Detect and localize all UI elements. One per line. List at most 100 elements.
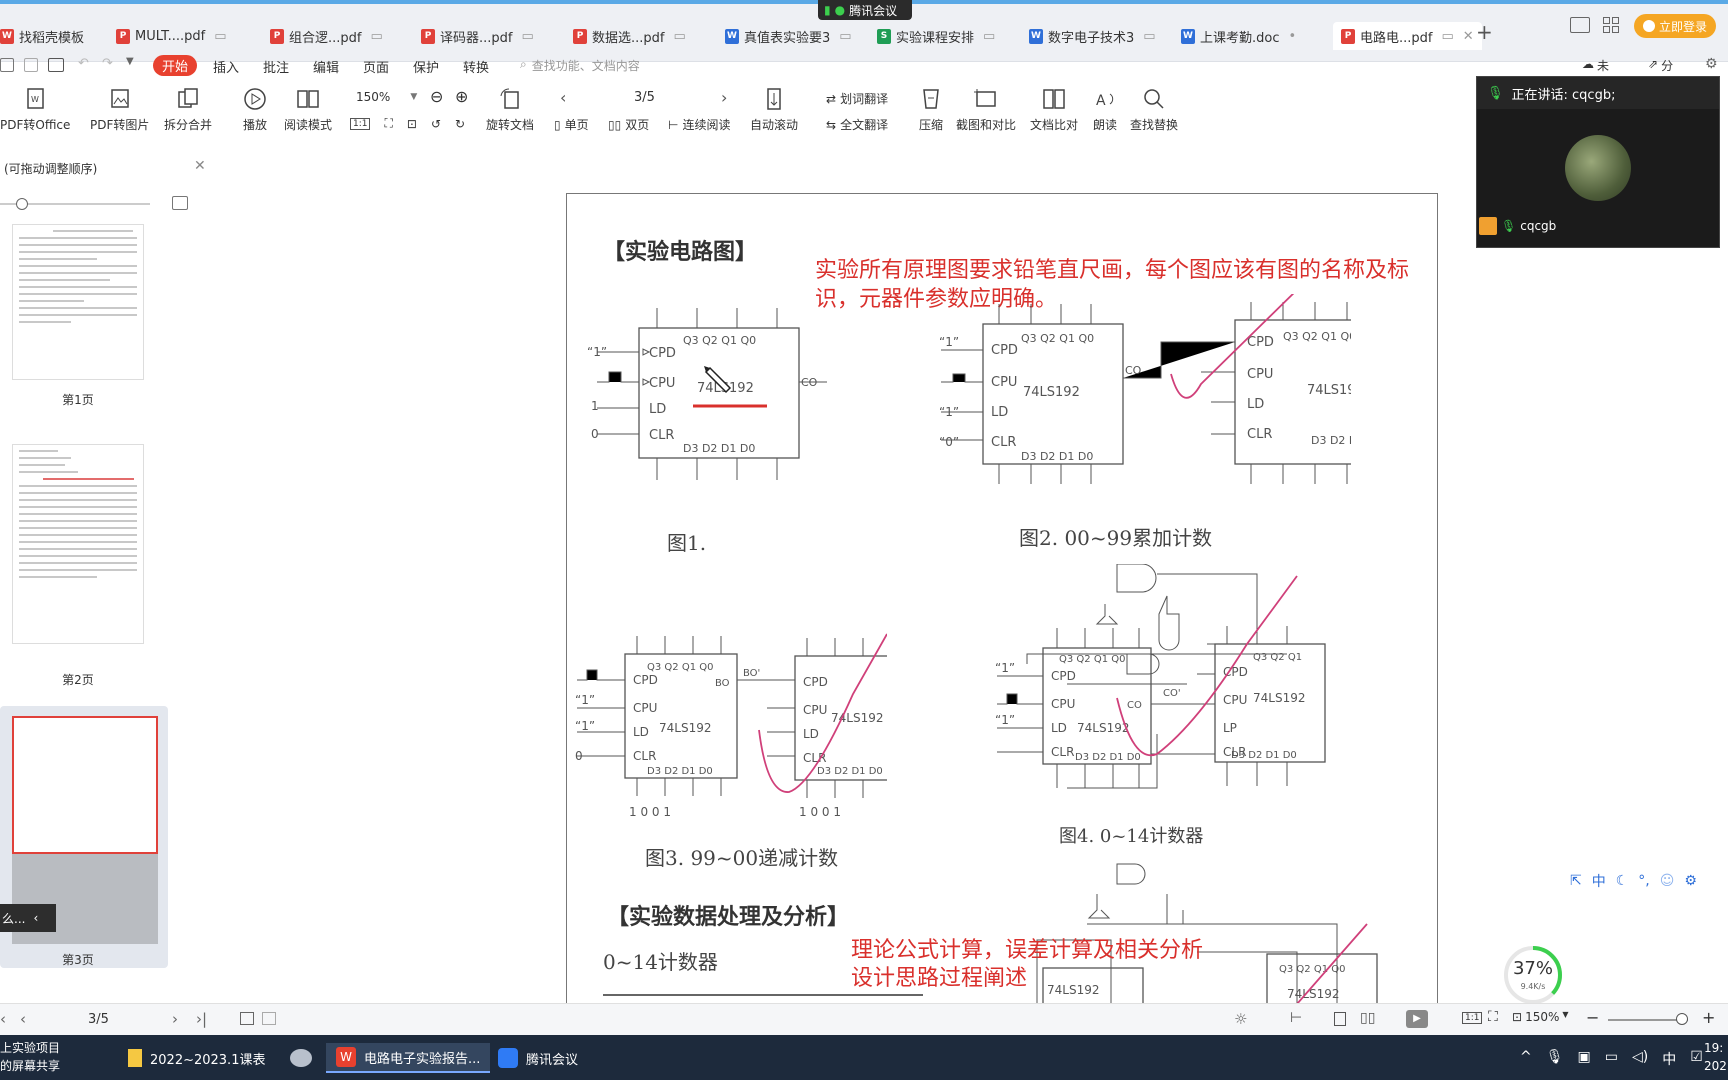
taskbar-folder[interactable]: 2022~2023.1课表 <box>118 1043 275 1073</box>
gear-icon[interactable]: ⚙ <box>1684 873 1697 889</box>
tab-truth-table-doc[interactable]: W 真值表实验要3 ▭ <box>725 22 852 50</box>
continuous-icon[interactable]: ⊢ <box>1290 1010 1302 1026</box>
login-button[interactable]: 立即登录 <box>1634 14 1716 38</box>
menu-annotate[interactable]: 批注 <box>263 57 289 76</box>
tab-decoder-pdf[interactable]: P 译码器...pdf ▭ <box>421 22 534 50</box>
enter-icon[interactable] <box>262 1012 276 1025</box>
menu-start[interactable]: 开始 <box>153 55 197 76</box>
menu-edit[interactable]: 编辑 <box>313 57 339 76</box>
tab-attendance-doc[interactable]: W 上课考勤.doc • <box>1181 22 1296 50</box>
zoom-in-icon[interactable]: + <box>1702 1008 1715 1027</box>
window-layout-icon[interactable] <box>1570 17 1590 33</box>
menu-insert[interactable]: 插入 <box>213 57 239 76</box>
screenshot-compare-button[interactable]: 截图和对比 <box>956 86 1016 133</box>
rotate-left-icon[interactable]: ↺ <box>431 117 441 131</box>
chevron-up-icon[interactable]: ^ <box>1520 1049 1532 1069</box>
ime-switch-icon[interactable]: ⇱ <box>1570 873 1582 889</box>
punctuation-icon[interactable]: °, <box>1638 873 1649 889</box>
sidebar-collapse-pill[interactable]: 么... ‹ <box>0 904 56 932</box>
play-button[interactable]: 播放 <box>242 86 268 133</box>
meeting-video-panel[interactable]: 🎙 正在讲话: cqcgb; 🎙 cqcgb <box>1476 76 1720 248</box>
prev-page-icon[interactable]: ‹ <box>20 1010 26 1028</box>
undo-icon[interactable]: ↶ <box>78 56 89 71</box>
apps-grid-icon[interactable] <box>1603 17 1619 33</box>
rotate-document-button[interactable]: 旋转文档 <box>486 86 534 133</box>
network-icon[interactable]: ▭ <box>1605 1049 1618 1069</box>
redo-icon[interactable]: ↷ <box>102 56 113 71</box>
menu-page[interactable]: 页面 <box>363 57 389 76</box>
tab-circuit-pdf-active[interactable]: P 电路电...pdf ▭ ✕ <box>1333 22 1482 50</box>
tray-app-icon[interactable]: ▣ <box>1578 1049 1591 1069</box>
screen-share-indicator[interactable]: 上实验项目 的屏幕共享 <box>0 1039 60 1075</box>
tab-template[interactable]: W 找稻壳模板 <box>0 22 84 50</box>
tab-schedule-xls[interactable]: S 实验课程安排 ▭ <box>877 22 995 50</box>
find-replace-button[interactable]: 查找替换 <box>1130 86 1178 133</box>
moon-icon[interactable]: ☾ <box>1616 873 1629 889</box>
double-page-icon[interactable]: ▯▯ <box>1360 1010 1375 1026</box>
reading-mode-button[interactable]: 阅读模式 <box>284 86 332 133</box>
word-translate-button[interactable]: ⇄ 划词翻译 <box>826 90 888 107</box>
first-page-icon[interactable]: ‹ <box>0 1010 6 1028</box>
exit-icon[interactable] <box>240 1012 254 1025</box>
menu-protect[interactable]: 保护 <box>413 57 439 76</box>
meeting-share-badge[interactable]: ▮ ● 腾讯会议 <box>818 0 912 20</box>
tab-logic-pdf[interactable]: P 组合逻...pdf ▭ <box>270 22 383 50</box>
read-aloud-button[interactable]: A 朗读 <box>1092 86 1118 133</box>
single-page-icon[interactable] <box>1334 1012 1346 1026</box>
folder-icon[interactable] <box>0 58 14 72</box>
rotate-right-icon[interactable]: ↻ <box>455 117 465 131</box>
taskbar-tencent-meeting[interactable]: 腾讯会议 <box>488 1043 588 1073</box>
split-merge-button[interactable]: 拆分合并 <box>164 86 212 133</box>
security-icon[interactable]: ☑ <box>1690 1049 1703 1069</box>
ime-language[interactable]: 中 <box>1592 871 1606 891</box>
settings-gear-icon[interactable]: ⚙ <box>1705 56 1718 72</box>
new-tab-plus-icon[interactable]: + <box>1476 20 1493 44</box>
slider-handle[interactable] <box>16 198 28 210</box>
doc-compare-button[interactable]: 文档比对 <box>1030 86 1078 133</box>
zoom-out-icon[interactable]: ⊖ <box>430 87 443 106</box>
prev-page-icon[interactable]: ‹ <box>560 88 566 107</box>
compress-button[interactable]: 压缩 <box>918 86 944 133</box>
zoom-slider-handle[interactable] <box>1676 1013 1688 1025</box>
menu-convert[interactable]: 转换 <box>463 57 489 76</box>
input-language[interactable]: 中 <box>1662 1049 1676 1069</box>
page-thumbnail-1[interactable] <box>12 224 144 380</box>
eye-protect-icon[interactable]: ☼ <box>1234 1010 1247 1028</box>
user-icon[interactable]: ☺ <box>1660 873 1675 889</box>
ime-toolbar[interactable]: ⇱ 中 ☾ °, ☺ ⚙ <box>1570 870 1720 892</box>
full-translate-button[interactable]: ⇆ 全文翻译 <box>826 116 888 133</box>
fit-page-icon[interactable]: ⛶ <box>1488 1009 1498 1025</box>
pdf-to-image-button[interactable]: PDF转图片 <box>90 86 149 133</box>
status-zoom-select[interactable]: ⊡ 150% ▼ <box>1512 1010 1569 1024</box>
fit-page-icon[interactable]: ⛶ <box>384 116 392 131</box>
fit-width-icon[interactable]: ⊡ <box>407 117 417 131</box>
double-page-button[interactable]: ▯▯ 双页 <box>608 116 649 133</box>
taskbar-pinned-app[interactable] <box>280 1043 322 1073</box>
pdf-to-office-button[interactable]: W PDF转Office <box>0 86 70 133</box>
next-page-icon[interactable]: › <box>172 1010 178 1028</box>
single-page-button[interactable]: ▯ 单页 <box>554 116 589 133</box>
taskbar-wps-report[interactable]: W 电路电子实验报告... <box>326 1043 491 1073</box>
close-icon[interactable]: ✕ <box>1463 29 1474 44</box>
actual-size-icon[interactable]: 1:1 <box>350 117 371 130</box>
next-page-icon[interactable]: › <box>721 88 727 107</box>
last-page-icon[interactable]: ›| <box>196 1010 207 1028</box>
chevron-down-icon[interactable]: ▼ <box>126 56 134 67</box>
play-icon[interactable]: ▶ <box>1406 1010 1428 1028</box>
zoom-select[interactable]: 150% ▼ <box>356 90 417 104</box>
page-thumbnail-3-selected[interactable]: 么... ‹ <box>0 706 168 968</box>
print-icon[interactable] <box>48 58 64 72</box>
tab-selector-pdf[interactable]: P 数据选...pdf ▭ <box>573 22 686 50</box>
auto-scroll-button[interactable]: 自动滚动 <box>750 86 798 133</box>
tab-digital-doc[interactable]: W 数字电子技术3 ▭ <box>1029 22 1156 50</box>
page-indicator[interactable]: 3/5 <box>634 90 655 105</box>
microphone-icon[interactable]: 🎙 <box>1546 1049 1564 1069</box>
clock[interactable]: 19: 202 <box>1704 1039 1727 1075</box>
actual-size-icon[interactable]: 1:1 <box>1462 1012 1483 1024</box>
save-icon[interactable] <box>24 58 38 72</box>
zoom-in-icon[interactable]: ⊕ <box>455 87 468 106</box>
volume-icon[interactable]: ◁) <box>1632 1049 1648 1069</box>
search-box[interactable]: ⌕ 查找功能、文档内容 <box>520 57 640 74</box>
tab-mult-pdf[interactable]: P MULT....pdf ▭ <box>116 22 227 50</box>
page-thumbnail-2[interactable] <box>12 444 144 644</box>
